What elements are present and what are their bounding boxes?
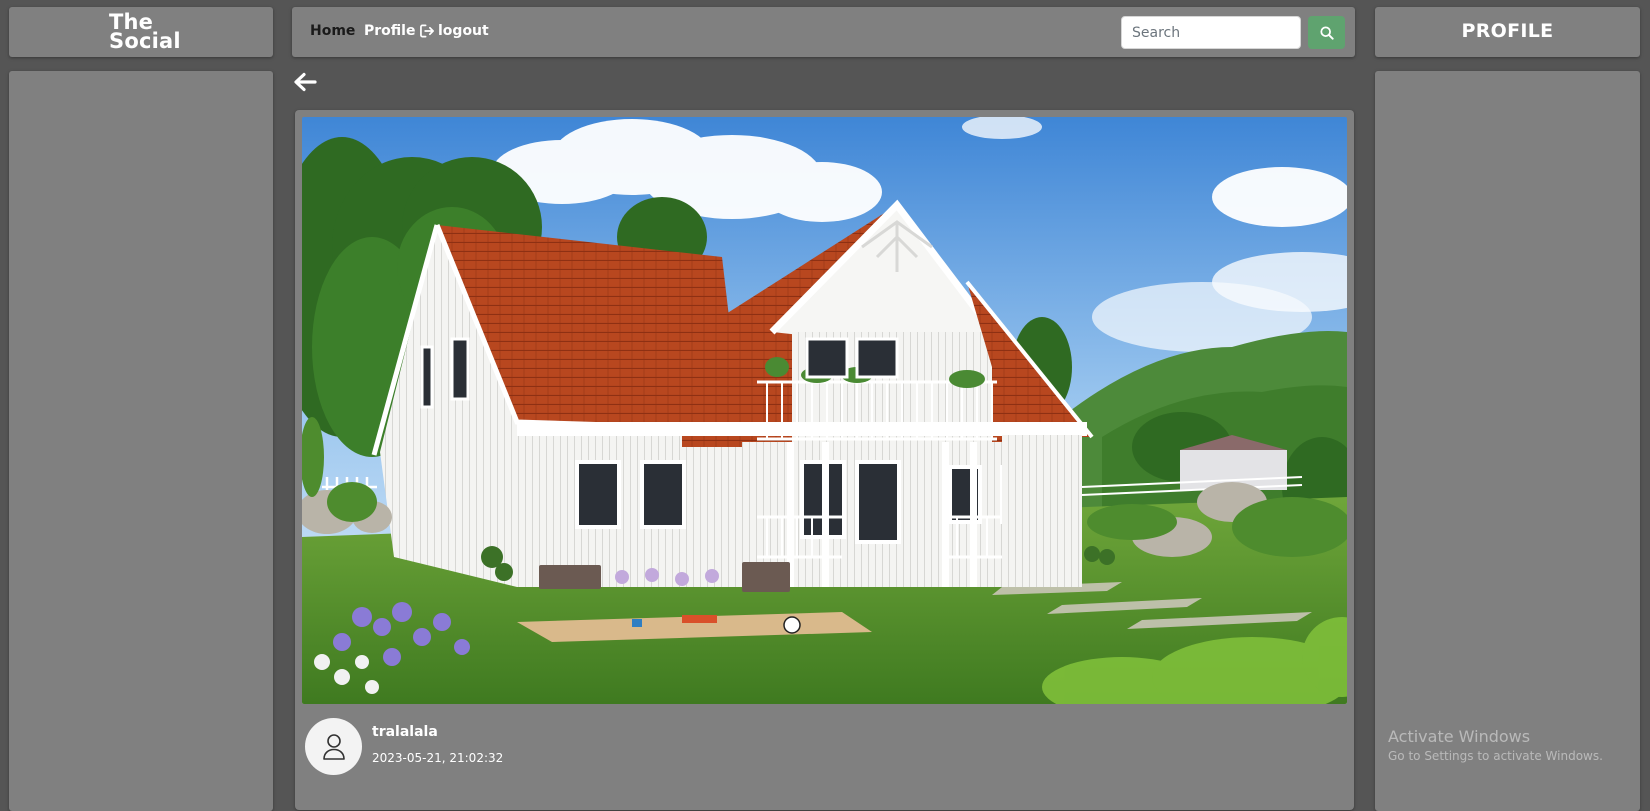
- top-navbar: Home Profile logout: [292, 7, 1355, 57]
- search-icon: [1319, 25, 1334, 40]
- back-button[interactable]: [293, 70, 321, 94]
- arrow-left-icon: [294, 72, 317, 92]
- profile-header-panel: PROFILE: [1375, 7, 1640, 57]
- nav-logout-link[interactable]: logout: [420, 23, 489, 39]
- user-icon: [322, 733, 345, 760]
- post-timestamp: 2023-05-21, 21:02:32: [372, 751, 504, 765]
- nav-profile-link[interactable]: Profile: [364, 23, 415, 39]
- logo-panel: The Social: [9, 7, 273, 57]
- left-sidebar: [9, 71, 273, 811]
- nav-home-link[interactable]: Home: [310, 23, 355, 39]
- nav-logout-label: logout: [438, 23, 489, 39]
- watermark-subtitle: Go to Settings to activate Windows.: [1388, 749, 1603, 763]
- sign-out-icon: [420, 24, 434, 38]
- profile-title: PROFILE: [1461, 20, 1554, 42]
- post-card: tralalala 2023-05-21, 21:02:32: [295, 110, 1354, 810]
- right-sidebar: [1375, 71, 1640, 811]
- author-avatar[interactable]: [305, 718, 362, 775]
- search-button[interactable]: [1308, 16, 1345, 49]
- watermark-title: Activate Windows: [1388, 727, 1531, 746]
- brand-logo[interactable]: The Social: [109, 12, 181, 53]
- search-input[interactable]: [1121, 16, 1301, 49]
- brand-line-2: Social: [109, 29, 181, 53]
- post-image[interactable]: [302, 117, 1347, 704]
- author-name[interactable]: tralalala: [372, 724, 438, 740]
- windows-activation-watermark: Activate Windows Go to Settings to activ…: [1388, 727, 1603, 765]
